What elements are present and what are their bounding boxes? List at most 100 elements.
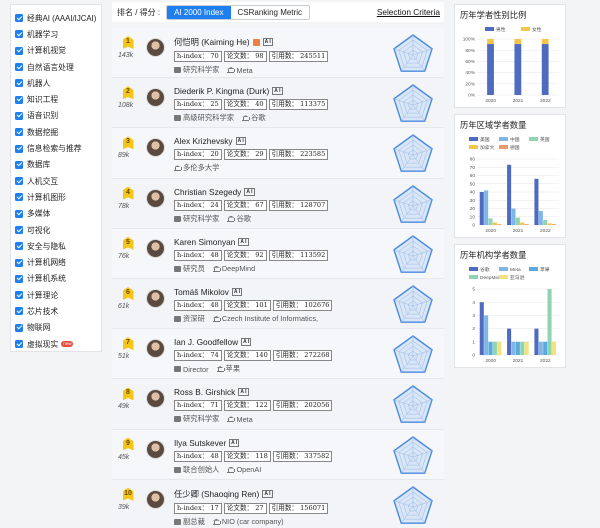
chart-bar — [484, 190, 489, 225]
avatar[interactable] — [146, 188, 165, 208]
briefcase-icon — [174, 215, 181, 222]
chart-bar — [551, 224, 556, 225]
legend-label: Meta — [510, 267, 521, 273]
scholar-card[interactable]: 1 143k 何恺明 (Kaiming He) A I h-index： 70 论文数： … — [112, 28, 444, 79]
scholar-stats: h-index： 48 论文数： 118 引用数： 337582 — [174, 450, 364, 462]
field-filter-item[interactable]: 机器人 — [15, 75, 97, 91]
avatar[interactable] — [146, 288, 165, 308]
paper-count: 论文数： 27 — [223, 502, 267, 514]
chart-bar — [488, 341, 493, 355]
field-filter-item[interactable]: 计算机系统 — [15, 271, 97, 287]
field-filter-item[interactable]: 芯片技术 — [15, 303, 97, 319]
checkbox-checked-icon[interactable] — [15, 46, 23, 55]
scholar-name-row: Ross B. Girshick A I — [174, 387, 364, 397]
scholar-role: 联合创始人 — [183, 464, 220, 474]
checkbox-checked-icon[interactable] — [15, 209, 23, 218]
field-filter-item[interactable]: 人机交互 — [15, 173, 97, 189]
field-filter-item[interactable]: 数据挖掘 — [15, 124, 97, 140]
avatar[interactable] — [146, 238, 165, 258]
chart-bar — [541, 44, 549, 95]
scholar-info: Diederik P. Kingma (Durk) A I h-index： 25 论… — [174, 86, 364, 123]
field-filter-item[interactable]: 计算机图形 — [15, 189, 97, 205]
scholar-stats: h-index： 48 论文数： 101 引用数： 102676 — [174, 299, 364, 311]
scholar-name[interactable]: Ilya Sutskever — [174, 438, 226, 448]
avatar[interactable] — [146, 138, 165, 158]
checkbox-checked-icon[interactable] — [15, 340, 23, 349]
tab-ai2000-index[interactable]: AI 2000 Index — [167, 5, 231, 19]
scholar-card[interactable]: 9 45k Ilya Sutskever A Ih-index： 48 论文数： 118… — [112, 429, 444, 480]
scholar-name[interactable]: Tomáš Mikolov — [174, 287, 229, 297]
scholar-card[interactable]: 2 108k Diederik P. Kingma (Durk) A I h-index… — [112, 78, 444, 129]
scholar-name[interactable]: Christian Szegedy — [174, 187, 241, 197]
scholar-score: 49k — [118, 403, 130, 411]
scholar-name[interactable]: 任少卿 (Shaoqing Ren) — [174, 488, 259, 500]
checkbox-checked-icon[interactable] — [15, 258, 23, 267]
avatar[interactable] — [146, 439, 165, 459]
ranking-toolbar: 排名 / 得分 : AI 2000 Index CSRanking Metric… — [112, 2, 444, 22]
scholar-info: Ian J. Goodfellow A I h-index： 74 论文数： 140 引… — [174, 337, 364, 374]
checkbox-checked-icon[interactable] — [15, 160, 23, 169]
institution-icon — [227, 67, 236, 73]
field-filter-item[interactable]: 可视化 — [15, 222, 97, 238]
field-filter-item[interactable]: 语音识别 — [15, 108, 97, 124]
checkbox-checked-icon[interactable] — [15, 307, 23, 316]
scholar-name[interactable]: Ross B. Girshick — [174, 387, 235, 397]
avatar[interactable] — [146, 389, 165, 409]
scholar-name[interactable]: Alex Krizhevsky — [174, 136, 233, 146]
scholar-card[interactable]: 4 78k Christian Szegedy A Ih-index： 24 论文数： … — [112, 178, 444, 229]
checkbox-checked-icon[interactable] — [15, 274, 23, 283]
field-filter-item[interactable]: 计算理论 — [15, 287, 97, 303]
field-filter-item[interactable]: 信息检索与推荐 — [15, 140, 97, 156]
scholar-name[interactable]: Diederik P. Kingma (Durk) — [174, 86, 269, 96]
field-filter-label: 虚拟现实 — [27, 339, 59, 349]
field-filter-item[interactable]: 安全与隐私 — [15, 238, 97, 254]
checkbox-checked-icon[interactable] — [15, 79, 23, 88]
scholar-name[interactable]: Ian J. Goodfellow — [174, 337, 238, 347]
chart-bar — [497, 341, 502, 355]
checkbox-checked-icon[interactable] — [15, 63, 23, 72]
y-tick-label: 5 — [472, 287, 475, 293]
checkbox-checked-icon[interactable] — [15, 128, 23, 137]
scholar-score: 78k — [118, 202, 130, 210]
scholar-name[interactable]: 何恺明 (Kaiming He) — [174, 36, 250, 48]
checkbox-checked-icon[interactable] — [15, 226, 23, 234]
checkbox-checked-icon[interactable] — [15, 323, 23, 332]
legend-swatch — [499, 267, 508, 271]
field-filter-item[interactable]: 计算机视觉 — [15, 43, 97, 59]
scholar-name[interactable]: Karen Simonyan — [174, 237, 235, 247]
checkbox-checked-icon[interactable] — [15, 291, 23, 300]
selection-criteria-link[interactable]: Selection Criteria — [377, 7, 440, 17]
avatar[interactable] — [146, 489, 165, 509]
field-filter-item[interactable]: 数据库 — [15, 157, 97, 173]
checkbox-checked-icon[interactable] — [15, 193, 23, 202]
field-filter-item[interactable]: 自然语言处理 — [15, 59, 97, 75]
chart-bar — [538, 341, 543, 355]
avatar[interactable] — [146, 88, 165, 108]
field-filter-item[interactable]: 多媒体 — [15, 206, 97, 222]
tab-csranking-metric[interactable]: CSRanking Metric — [231, 6, 309, 19]
field-filter-item[interactable]: 计算机网络 — [15, 254, 97, 270]
checkbox-checked-icon[interactable] — [15, 242, 23, 251]
scholar-card[interactable]: 6 61k Tomáš Mikolov A Ih-index： 48 论文数： 101 引… — [112, 278, 444, 330]
checkbox-checked-icon[interactable] — [15, 14, 23, 23]
y-tick-label: 80 — [470, 157, 476, 163]
field-filter-item[interactable]: 机器学习 — [15, 26, 97, 42]
checkbox-checked-icon[interactable] — [15, 144, 23, 153]
scholar-card[interactable]: 3 89k Alex Krizhevsky A Ih-index： 20 论文数： 29… — [112, 128, 444, 179]
checkbox-checked-icon[interactable] — [15, 30, 23, 39]
checkbox-checked-icon[interactable] — [15, 111, 23, 120]
checkbox-checked-icon[interactable] — [15, 177, 23, 186]
scholar-card[interactable]: 8 49k Ross B. Girshick A Ih-index： 71 论文数： 1… — [112, 379, 444, 430]
avatar[interactable] — [146, 38, 165, 57]
field-filter-item[interactable]: 经典AI (AAAI/IJCAI) — [15, 10, 97, 26]
avatar[interactable] — [146, 339, 165, 359]
field-filter-item[interactable]: 知识工程 — [15, 91, 97, 107]
scholar-name-row: 任少卿 (Shaoqing Ren) A I — [174, 488, 364, 500]
checkbox-checked-icon[interactable] — [15, 95, 23, 104]
scholar-card[interactable]: 7 51k Ian J. Goodfellow A Ih-index： 74 论文数： … — [112, 329, 444, 380]
field-filter-item[interactable]: 虚拟现实 new — [15, 336, 97, 352]
field-filter-item[interactable]: 物联网 — [15, 320, 97, 336]
chart-bar — [543, 220, 548, 225]
scholar-card[interactable]: 5 76k Karen Simonyan A Ih-index： 48 论文数： 92 引… — [112, 228, 444, 279]
scholar-card[interactable]: 10 39k 任少卿 (Shaoqing Ren) A Ih-index： 17 论文数… — [112, 479, 444, 528]
